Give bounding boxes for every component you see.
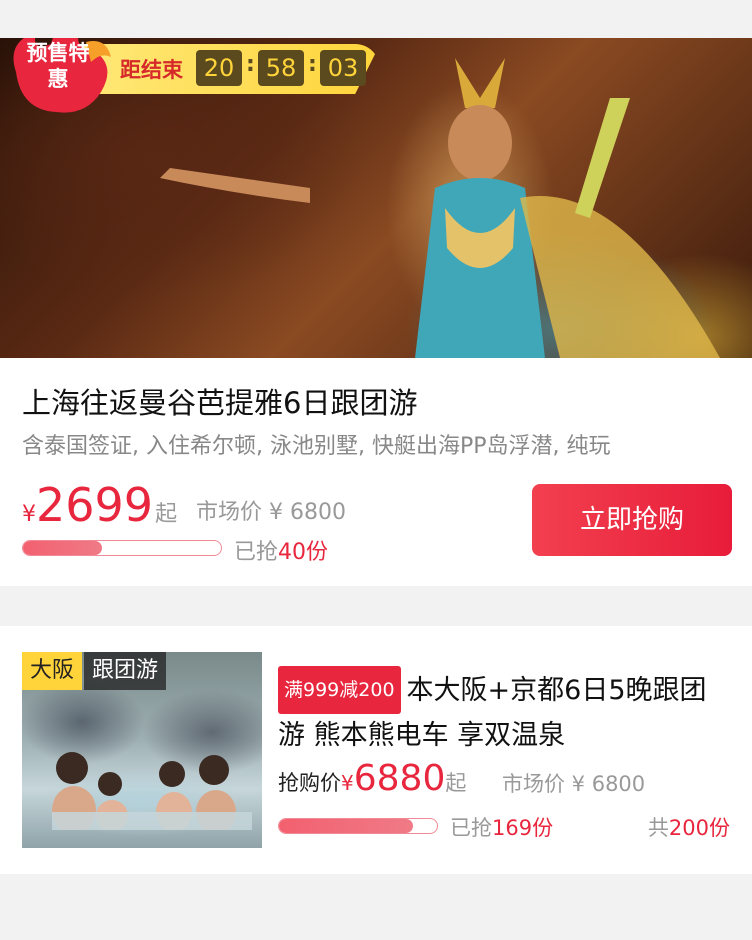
market-price: 市场价 ¥ 6800 [502,772,646,796]
countdown-hours: 20 [196,50,242,86]
deal-subtitle: 含泰国签证, 入住希尔顿, 泳池别墅, 快艇出海PP岛浮潜, 纯玩 [22,434,611,459]
presale-badge: 预售特惠 距结束 20 : 58 : 03 [0,38,400,113]
price-value: 2699 [36,478,154,532]
sold-count: 已抢40份 [234,540,329,565]
countdown-minutes: 58 [258,50,304,86]
sold-progress-bar [278,818,438,834]
price-label: 抢购价 [278,771,341,795]
countdown-separator: : [246,52,255,77]
dancer-arm [160,168,310,203]
currency-symbol: ¥ [22,502,36,527]
price-value: 6880 [353,758,446,799]
deal-price: 抢购价¥6880起 [278,758,466,799]
city-tag: 大阪 [22,652,83,690]
price-suffix: 起 [155,502,178,527]
deal-card-osaka[interactable]: 大阪 跟团游 满999减200 本大阪+京都6日5晚跟团游 熊本熊电车 享双温泉 … [0,626,752,874]
tour-type-tag: 跟团游 [84,652,167,690]
promo-badge: 满999减200 [278,666,401,714]
price-suffix: 起 [445,771,467,795]
hot-spring-people [52,752,252,830]
presale-label: 预售特惠 [26,41,90,91]
market-price: 市场价 ¥ 6800 [196,500,346,525]
deal-price: ¥2699起 [22,478,178,532]
countdown-separator: : [308,52,317,77]
deal-card-bangkok[interactable]: 预售特惠 距结束 20 : 58 : 03 上海往返曼谷芭提雅6日跟团游 含泰国… [0,38,752,586]
deal-thumbnail[interactable]: 大阪 跟团游 [22,652,262,848]
hero-image[interactable]: 预售特惠 距结束 20 : 58 : 03 [0,38,752,358]
sold-progress-fill [23,541,103,555]
sold-count: 已抢169份 [450,816,554,840]
sold-progress-bar [22,540,222,556]
countdown-label: 距结束 [120,58,183,82]
total-count: 共200份 [647,816,730,840]
deal-title[interactable]: 满999减200 本大阪+京都6日5晚跟团游 熊本熊电车 享双温泉 [278,666,728,758]
currency-symbol: ¥ [341,771,354,795]
deal-title[interactable]: 上海往返曼谷芭提雅6日跟团游 [22,380,417,422]
countdown-seconds: 03 [320,50,366,86]
dancer-costume-wing [520,98,720,358]
sold-progress-fill [279,819,413,833]
buy-now-button[interactable]: 立即抢购 [532,484,732,556]
